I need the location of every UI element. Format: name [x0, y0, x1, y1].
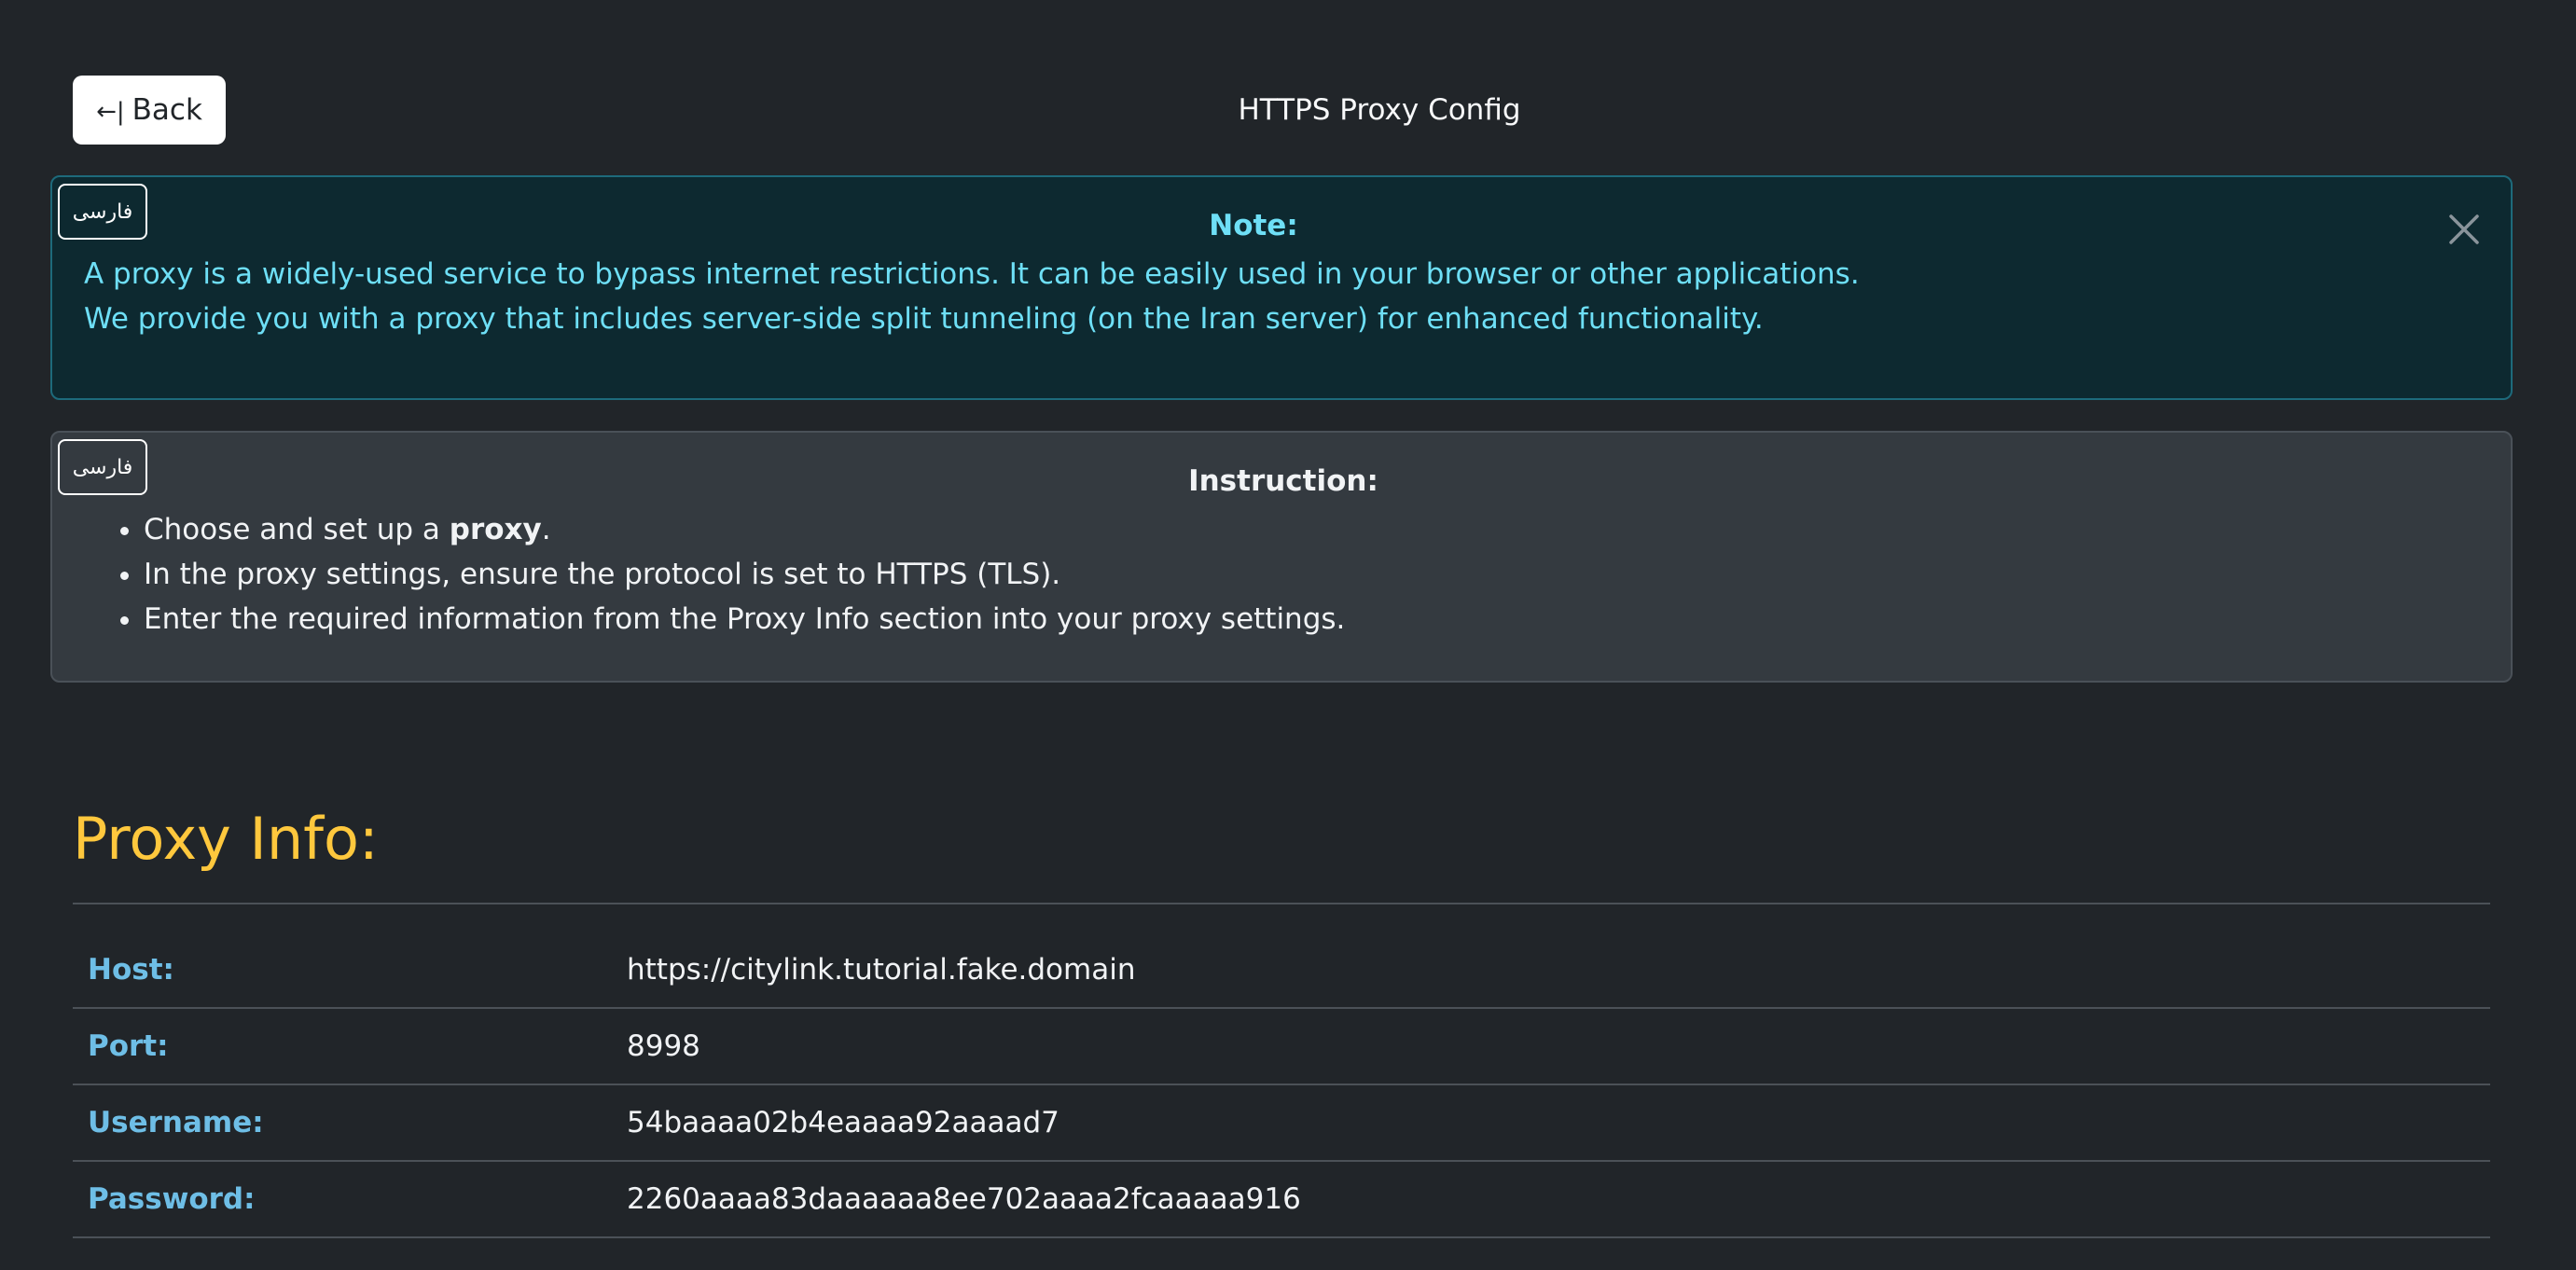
host-value[interactable]: https://citylink.tutorial.fake.domain [627, 953, 1135, 987]
instruction-heading: Instruction: [1188, 464, 1378, 498]
instruction-item-bold: proxy [449, 513, 542, 546]
table-row-username: Username: 54baaaa02b4eaaaa92aaaad7 [73, 1085, 2490, 1162]
table-row-port: Port: 8998 [73, 1009, 2490, 1085]
proxy-info-table: Host: https://citylink.tutorial.fake.dom… [73, 932, 2490, 1238]
port-value[interactable]: 8998 [627, 1029, 700, 1063]
page-title: HTTPS Proxy Config [1238, 93, 1521, 127]
instruction-item-suffix: . [541, 513, 551, 546]
table-row-host: Host: https://citylink.tutorial.fake.dom… [73, 932, 2490, 1009]
note-text: A proxy is a widely-used service to bypa… [84, 252, 1860, 341]
username-label: Username: [88, 1106, 264, 1139]
password-label: Password: [88, 1182, 256, 1216]
password-value[interactable]: 2260aaaa83daaaaaa8ee702aaaa2fcaaaaa916 [627, 1182, 1301, 1216]
instruction-list: Choose and set up a proxy. In the proxy … [84, 507, 1345, 642]
note-alert: فارسی Note: A proxy is a widely-used ser… [50, 175, 2513, 400]
instruction-item: Enter the required information from the … [144, 597, 1345, 642]
top-bar: ←| Back HTTPS Proxy Config [0, 0, 2576, 168]
instruction-item-text: Choose and set up a [144, 513, 450, 546]
table-row-password: Password: 2260aaaa83daaaaaa8ee702aaaa2fc… [73, 1162, 2490, 1238]
instruction-item: Choose and set up a proxy. [144, 507, 1345, 552]
host-label: Host: [88, 953, 174, 987]
note-heading: Note: [1209, 209, 1298, 242]
proxy-info-title: Proxy Info: [73, 805, 379, 873]
note-line: We provide you with a proxy that include… [84, 302, 1764, 336]
note-line: A proxy is a widely-used service to bypa… [84, 257, 1860, 291]
instruction-item: In the proxy settings, ensure the protoc… [144, 552, 1345, 597]
port-label: Port: [88, 1029, 169, 1063]
username-value[interactable]: 54baaaa02b4eaaaa92aaaad7 [627, 1106, 1059, 1139]
close-icon[interactable] [2445, 211, 2483, 248]
divider [73, 903, 2490, 904]
instruction-panel: فارسی Instruction: Choose and set up a p… [50, 431, 2513, 683]
